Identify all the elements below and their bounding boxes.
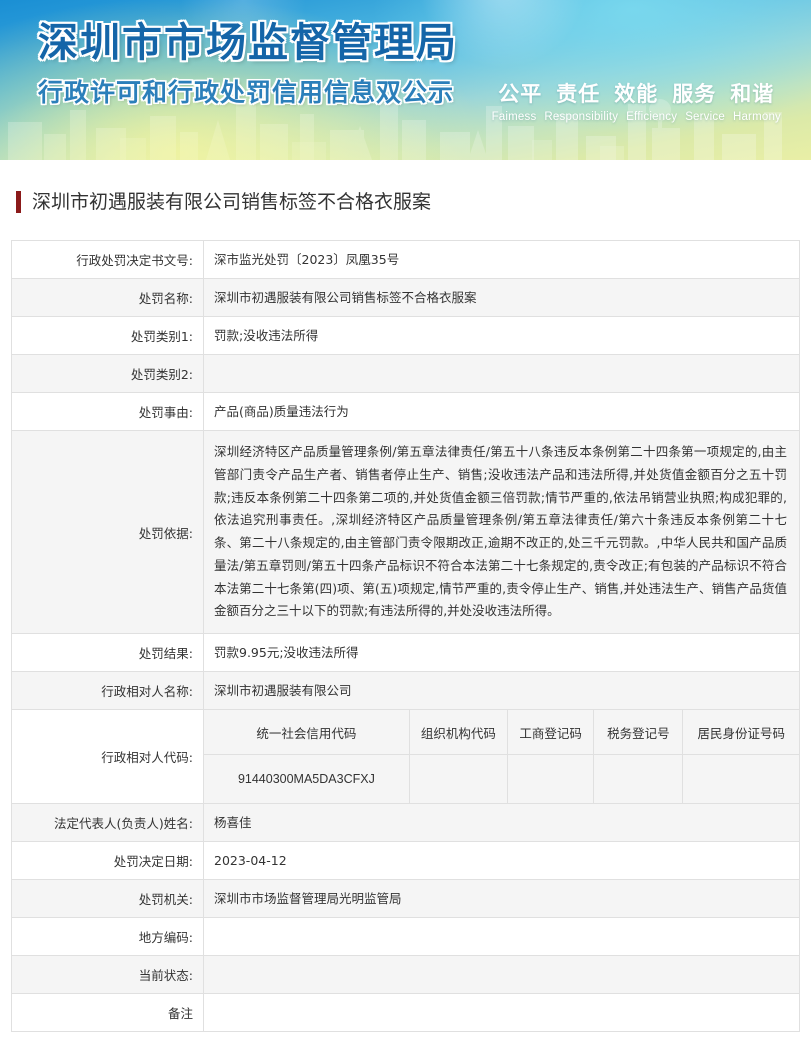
row-value-region-code	[204, 918, 800, 956]
row-value-current-status	[204, 956, 800, 994]
row-label-penalty-name: 处罚名称:	[12, 279, 204, 317]
row-label-current-status: 当前状态:	[12, 956, 204, 994]
codes-value-row: 91440300MA5DA3CFXJ	[204, 755, 799, 804]
row-label-penalty-basis: 处罚依据:	[12, 431, 204, 634]
title-accent-bar	[16, 191, 21, 213]
row-label-authority: 处罚机关:	[12, 880, 204, 918]
table-row: 处罚类别1: 罚款;没收违法所得	[12, 317, 800, 355]
page-title: 深圳市初遇服装有限公司销售标签不合格衣服案	[32, 191, 431, 214]
page-body: 深圳市初遇服装有限公司销售标签不合格衣服案 行政处罚决定书文号: 深市监光处罚〔…	[0, 160, 811, 1042]
table-row: 行政相对人名称: 深圳市初遇服装有限公司	[12, 672, 800, 710]
slogan-chinese: 公平责任效能服务和谐	[488, 78, 785, 108]
row-label-penalty-category-2: 处罚类别2:	[12, 355, 204, 393]
row-label-decision-date: 处罚决定日期:	[12, 842, 204, 880]
row-value-legal-representative: 杨喜佳	[204, 804, 800, 842]
slogan-cn-1: 责任	[556, 82, 600, 106]
codes-value-id	[683, 755, 799, 804]
banner-subtitle: 行政许可和行政处罚信用信息双公示	[38, 73, 458, 109]
codes-header-id: 居民身份证号码	[683, 710, 799, 755]
codes-header-business: 工商登记码	[507, 710, 593, 755]
row-label-penalty-category-1: 处罚类别1:	[12, 317, 204, 355]
slogan-cn-0: 公平	[498, 82, 542, 106]
row-label-region-code: 地方编码:	[12, 918, 204, 956]
codes-header-tax: 税务登记号	[594, 710, 683, 755]
row-value-penalty-result: 罚款9.95元;没收违法所得	[204, 634, 800, 672]
row-label-remarks: 备注	[12, 994, 204, 1032]
slogan-cn-3: 服务	[672, 82, 716, 106]
row-value-penalty-basis: 深圳经济特区产品质量管理条例/第五章法律责任/第五十八条违反本条例第二十四条第一…	[204, 431, 800, 634]
table-row: 备注	[12, 994, 800, 1032]
banner-text-block: 深圳市市场监督管理局 行政许可和行政处罚信用信息双公示	[38, 22, 458, 109]
table-row: 处罚依据: 深圳经济特区产品质量管理条例/第五章法律责任/第五十八条违反本条例第…	[12, 431, 800, 634]
row-label-penalty-reason: 处罚事由:	[12, 393, 204, 431]
slogan-english: Faimess Responsibility Efficiency Service Ha…	[488, 111, 785, 123]
row-value-remarks	[204, 994, 800, 1032]
table-row: 处罚事由: 产品(商品)质量违法行为	[12, 393, 800, 431]
table-row: 法定代表人(负责人)姓名: 杨喜佳	[12, 804, 800, 842]
codes-value-org	[409, 755, 507, 804]
row-value-penalty-name: 深圳市初遇服装有限公司销售标签不合格衣服案	[204, 279, 800, 317]
table-row: 处罚机关: 深圳市市场监督管理局光明监管局	[12, 880, 800, 918]
slogan-en-1: Responsibility	[544, 111, 618, 123]
row-value-penalty-category-2	[204, 355, 800, 393]
row-value-authority: 深圳市市场监督管理局光明监管局	[204, 880, 800, 918]
penalty-info-table: 行政处罚决定书文号: 深市监光处罚〔2023〕凤凰35号 处罚名称: 深圳市初遇…	[11, 240, 800, 1032]
banner-slogan-block: 公平责任效能服务和谐 Faimess Responsibility Efficien…	[488, 78, 785, 123]
table-row: 地方编码:	[12, 918, 800, 956]
row-label-party-codes: 行政相对人代码:	[12, 710, 204, 804]
table-row: 处罚名称: 深圳市初遇服装有限公司销售标签不合格衣服案	[12, 279, 800, 317]
table-row: 处罚结果: 罚款9.95元;没收违法所得	[12, 634, 800, 672]
slogan-en-4: Harmony	[733, 111, 781, 123]
row-value-penalty-reason: 产品(商品)质量违法行为	[204, 393, 800, 431]
slogan-en-3: Service	[685, 111, 725, 123]
row-label-decision-doc-no: 行政处罚决定书文号:	[12, 241, 204, 279]
page-title-row: 深圳市初遇服装有限公司销售标签不合格衣服案	[11, 160, 800, 240]
codes-value-tax	[594, 755, 683, 804]
slogan-en-2: Efficiency	[626, 111, 677, 123]
row-label-penalty-result: 处罚结果:	[12, 634, 204, 672]
party-codes-table: 统一社会信用代码 组织机构代码 工商登记码 税务登记号 居民身份证号码 9144…	[204, 710, 799, 803]
codes-header-row: 统一社会信用代码 组织机构代码 工商登记码 税务登记号 居民身份证号码	[204, 710, 799, 755]
table-row: 当前状态:	[12, 956, 800, 994]
codes-header-org: 组织机构代码	[409, 710, 507, 755]
row-label-legal-representative: 法定代表人(负责人)姓名:	[12, 804, 204, 842]
table-row-party-codes: 行政相对人代码: 统一社会信用代码 组织机构代码 工商登记码 税务登记号	[12, 710, 800, 804]
table-row: 行政处罚决定书文号: 深市监光处罚〔2023〕凤凰35号	[12, 241, 800, 279]
party-codes-cell: 统一社会信用代码 组织机构代码 工商登记码 税务登记号 居民身份证号码 9144…	[204, 710, 800, 804]
site-banner: 深圳市市场监督管理局 行政许可和行政处罚信用信息双公示 公平责任效能服务和谐 F…	[0, 0, 811, 160]
row-value-penalty-category-1: 罚款;没收违法所得	[204, 317, 800, 355]
banner-title: 深圳市市场监督管理局	[38, 22, 458, 64]
row-label-party-name: 行政相对人名称:	[12, 672, 204, 710]
slogan-cn-2: 效能	[614, 82, 658, 106]
slogan-en-0: Faimess	[492, 111, 537, 123]
row-value-decision-doc-no: 深市监光处罚〔2023〕凤凰35号	[204, 241, 800, 279]
row-value-party-name: 深圳市初遇服装有限公司	[204, 672, 800, 710]
slogan-cn-4: 和谐	[730, 82, 774, 106]
codes-value-business	[507, 755, 593, 804]
table-row: 处罚类别2:	[12, 355, 800, 393]
table-row: 处罚决定日期: 2023-04-12	[12, 842, 800, 880]
codes-header-usc: 统一社会信用代码	[204, 710, 409, 755]
row-value-decision-date: 2023-04-12	[204, 842, 800, 880]
codes-value-usc: 91440300MA5DA3CFXJ	[204, 755, 409, 804]
bottom-spacer	[11, 1032, 800, 1042]
